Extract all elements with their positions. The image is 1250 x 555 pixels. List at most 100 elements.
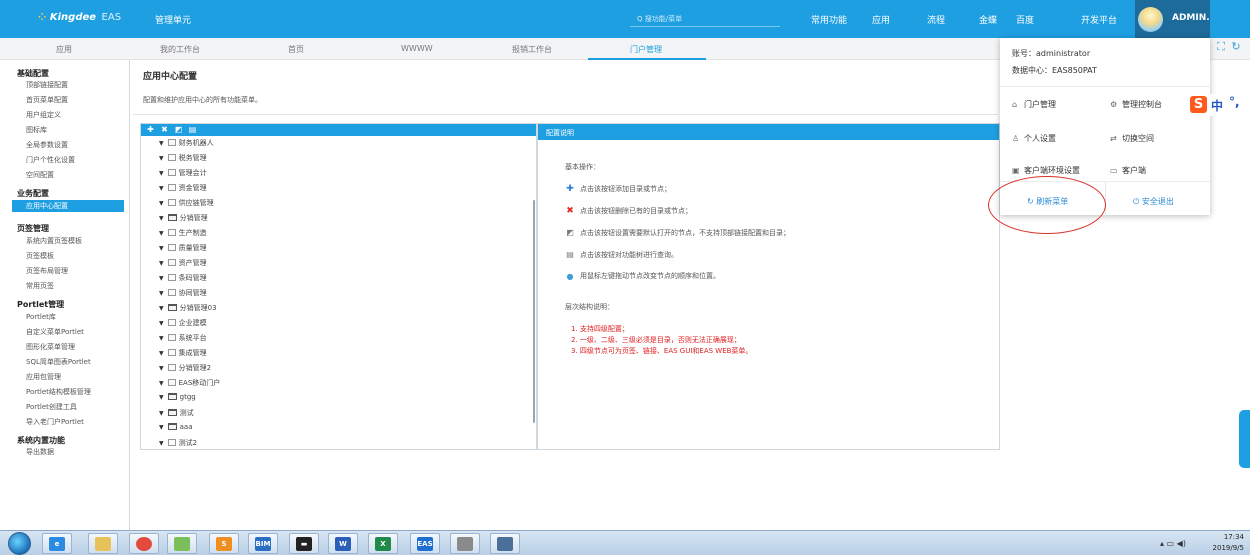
- bim-icon[interactable]: BIM: [248, 533, 278, 554]
- expand-toggle-icon[interactable]: ▼: [159, 305, 164, 312]
- chrome-icon[interactable]: [129, 533, 159, 554]
- tab-my-workbench[interactable]: 我的工作台: [160, 44, 200, 55]
- user-menu[interactable]: ADMIN.: [1135, 0, 1210, 38]
- tree-node[interactable]: ▼ EAS移动门户: [159, 378, 220, 388]
- tab-home[interactable]: 首页: [288, 44, 304, 55]
- word-icon[interactable]: W: [328, 533, 358, 554]
- ime-toolbar[interactable]: S 中 °,: [1187, 94, 1250, 116]
- system-tray[interactable]: ▴ ▭ ◀): [1160, 539, 1186, 548]
- folder-icon[interactable]: [88, 533, 118, 554]
- sidebar-item-tab-layout[interactable]: 页签布局管理: [26, 266, 68, 276]
- excel-icon[interactable]: X: [368, 533, 398, 554]
- expand-toggle-icon[interactable]: ▼: [159, 230, 164, 237]
- sidebar-item-portlet-library[interactable]: Portlet库: [26, 312, 56, 322]
- ime-mode[interactable]: 中: [1211, 97, 1223, 114]
- query-icon[interactable]: ▤: [188, 125, 197, 134]
- sidebar-item-app-center-config[interactable]: 应用中心配置: [12, 200, 124, 212]
- side-drawer-handle[interactable]: [1239, 410, 1250, 468]
- tree-scrollbar[interactable]: [533, 200, 535, 423]
- expand-toggle-icon[interactable]: ▼: [159, 170, 164, 177]
- expand-toggle-icon[interactable]: ▼: [159, 155, 164, 162]
- expand-toggle-icon[interactable]: ▼: [159, 380, 164, 387]
- tree-node[interactable]: ▼ 供应链管理: [159, 198, 214, 208]
- nav-baidu[interactable]: 百度: [1016, 13, 1034, 26]
- cmd-icon[interactable]: ▬: [289, 533, 319, 554]
- menu-client[interactable]: ▭ 客户端: [1110, 165, 1146, 176]
- tree-node[interactable]: ▼ 分销管理03: [159, 303, 217, 313]
- sidebar-item-user-group[interactable]: 用户组定义: [26, 110, 61, 120]
- sidebar-item-space-config[interactable]: 空间配置: [26, 170, 54, 180]
- sidebar-item-global-params[interactable]: 全局参数设置: [26, 140, 68, 150]
- sidebar-item-home-menu-config[interactable]: 首页菜单配置: [26, 95, 68, 105]
- tree-node[interactable]: ▼ 条码管理: [159, 273, 207, 283]
- sidebar-item-portal-personalization[interactable]: 门户个性化设置: [26, 155, 75, 165]
- sidebar-item-custom-menu-portlet[interactable]: 自定义菜单Portlet: [26, 327, 84, 337]
- unit-title[interactable]: 管理单元: [155, 13, 191, 26]
- tree-node[interactable]: ▼ 资产管理: [159, 258, 207, 268]
- expand-toggle-icon[interactable]: ▼: [159, 320, 164, 327]
- tab-apps[interactable]: 应用: [56, 44, 72, 55]
- tree-node[interactable]: ▼ 生产制造: [159, 228, 207, 238]
- tree-node[interactable]: ▼ 集成管理: [159, 348, 207, 358]
- sidebar-item-icon-library[interactable]: 图标库: [26, 125, 47, 135]
- expand-toggle-icon[interactable]: ▼: [159, 275, 164, 282]
- sidebar-item-app-package[interactable]: 应用包管理: [26, 372, 61, 382]
- nav-dev-platform[interactable]: 开发平台: [1081, 13, 1117, 26]
- ime-punctuation[interactable]: °,: [1229, 95, 1240, 109]
- menu-personal-settings[interactable]: ♙ 个人设置: [1012, 133, 1056, 144]
- expand-toggle-icon[interactable]: ▼: [159, 245, 164, 252]
- nav-common-functions[interactable]: 常用功能: [811, 13, 847, 26]
- tree-node[interactable]: ▼ 税务管理: [159, 153, 207, 163]
- sidebar-item-sql-chart-portlet[interactable]: SQL简单图表Portlet: [26, 357, 91, 367]
- tree-node[interactable]: ▼ 测试2: [159, 438, 197, 448]
- tab-wwww[interactable]: WWWW: [401, 44, 433, 53]
- refresh-icon[interactable]: ↻: [1230, 41, 1242, 53]
- menu-portal-management[interactable]: ⌂ 门户管理: [1012, 99, 1056, 110]
- expand-toggle-icon[interactable]: ▼: [159, 424, 164, 431]
- clock-date[interactable]: 2019/9/5: [1196, 544, 1244, 552]
- expand-toggle-icon[interactable]: ▼: [159, 215, 164, 222]
- add-icon[interactable]: ✚: [146, 125, 155, 134]
- expand-toggle-icon[interactable]: ▼: [159, 335, 164, 342]
- tree-node[interactable]: ▼ 企业建模: [159, 318, 207, 328]
- sidebar-item-import-old-portlet[interactable]: 导入老门户Portlet: [26, 417, 84, 427]
- expand-toggle-icon[interactable]: ▼: [159, 140, 164, 147]
- sidebar-item-portlet-creator[interactable]: Portlet创建工具: [26, 402, 77, 412]
- sidebar-item-common-tabs[interactable]: 常用页签: [26, 281, 54, 291]
- tree-node[interactable]: ▼ gtgg: [159, 393, 196, 401]
- expand-toggle-icon[interactable]: ▼: [159, 185, 164, 192]
- fullscreen-icon[interactable]: ⛶: [1215, 41, 1227, 53]
- kingdee-logo[interactable]: ⁘ Kingdee EAS: [38, 12, 121, 23]
- sidebar-item-top-link-config[interactable]: 顶部链接配置: [26, 80, 68, 90]
- delete-icon[interactable]: ✖: [160, 125, 169, 134]
- expand-toggle-icon[interactable]: ▼: [159, 394, 164, 401]
- ie-icon[interactable]: e: [42, 533, 72, 554]
- clock-time[interactable]: 17:34: [1206, 533, 1244, 541]
- nav-kingdee[interactable]: 金蝶: [979, 13, 997, 26]
- nav-apps[interactable]: 应用: [872, 13, 890, 26]
- tree-node[interactable]: ▼ 资金管理: [159, 183, 207, 193]
- notepad-icon[interactable]: [167, 533, 197, 554]
- tree-node[interactable]: ▼ 系统平台: [159, 333, 207, 343]
- tree-node[interactable]: ▼ 分销管理2: [159, 363, 211, 373]
- tree-node[interactable]: ▼ 质量管理: [159, 243, 207, 253]
- tree-node[interactable]: ▼ 分销管理: [159, 213, 208, 223]
- sidebar-item-export-data[interactable]: 导出数据: [26, 447, 54, 457]
- logout-button[interactable]: ⏻ 安全退出: [1133, 196, 1174, 207]
- search-input[interactable]: Q 搜功能/菜单: [637, 14, 682, 24]
- sidebar-item-builtin-tab-template[interactable]: 系统内置页签模板: [26, 236, 82, 246]
- tab-portal-management[interactable]: 门户管理: [630, 44, 662, 55]
- tab-reimburse-workbench[interactable]: 报销工作台: [512, 44, 552, 55]
- sublime-icon[interactable]: S: [209, 533, 239, 554]
- tree-node[interactable]: ▼ aaa: [159, 423, 193, 431]
- nav-workflow[interactable]: 流程: [927, 13, 945, 26]
- expand-toggle-icon[interactable]: ▼: [159, 350, 164, 357]
- sidebar-item-portlet-structure-template[interactable]: Portlet结构模板管理: [26, 387, 91, 397]
- expand-toggle-icon[interactable]: ▼: [159, 260, 164, 267]
- start-button[interactable]: [8, 532, 31, 555]
- default-open-icon[interactable]: ◩: [174, 125, 183, 134]
- tree-node[interactable]: ▼ 管理会计: [159, 168, 207, 178]
- menu-switch-space[interactable]: ⇄ 切换空间: [1110, 133, 1154, 144]
- app-icon[interactable]: [450, 533, 480, 554]
- sidebar-item-tab-template[interactable]: 页签模板: [26, 251, 54, 261]
